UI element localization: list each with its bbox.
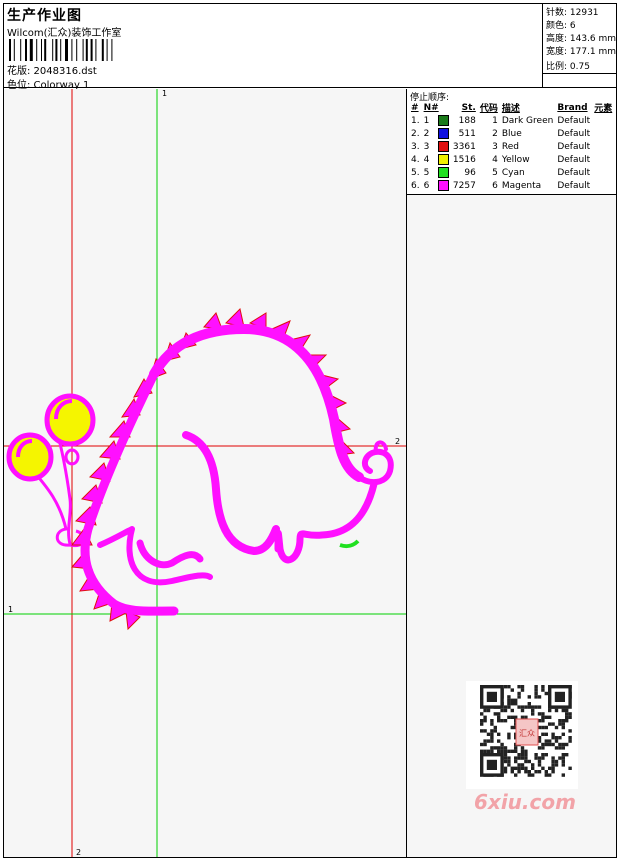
row-index: 4. [411,154,420,165]
color-count: 颜色: 6 [546,21,576,31]
row-description: Red [501,141,519,152]
stats-panel: 针数: 12931 颜色: 6 高度: 143.6 mm 宽度: 177.1 m… [542,3,617,88]
color-swatch [437,180,449,191]
design-scale: 比例: 0.75 [546,62,590,72]
row-description: Cyan [501,167,525,178]
column-header[interactable]: N# [422,101,451,114]
row-code: 2 [492,128,498,139]
row-description: Magenta [501,180,542,191]
stitch-count: 针数: 12931 [546,8,599,18]
row-index: 2. [411,128,420,139]
embroidery-preview: 1 1 2 2 [4,89,406,857]
column-header[interactable]: Brand [555,101,592,114]
row-code: 6 [492,180,498,191]
stop-sequence-table: # N# St. 代码 描述 Brand 元素 1. 1 188 1 Dark Green Defa… [409,101,614,192]
row-index: 6. [411,180,420,191]
green-h-label: 1 [8,605,13,614]
row-code: 4 [492,154,498,165]
row-code: 3 [492,141,498,152]
row-needle-cell: 5 [422,166,451,179]
row-stitches: 96 [464,167,476,178]
sequence-row[interactable]: 6. 6 7257 6 Magenta Default [409,179,614,192]
stop-sequence-panel: 停止顺序: # N# St. 代码 描述 Brand 元素 1. 1 188 1 Dark Gre… [407,89,616,195]
color-swatch [437,154,449,165]
site-watermark: 6xiu.com [474,790,576,814]
row-element [592,140,614,153]
row-description: Yellow [501,154,530,165]
column-header[interactable]: St. [451,101,478,114]
row-stitches: 3361 [452,141,476,152]
sequence-row[interactable]: 1. 1 188 1 Dark Green Default [409,114,614,127]
row-index: 3. [411,141,420,152]
column-header[interactable]: 代码 [478,101,500,114]
header-panel: 生产作业图 Wilcom(汇众)装饰工作室 花版: 2048316.dst 色位… [3,3,617,91]
row-brand: Default [557,154,591,165]
sequence-row[interactable]: 5. 5 96 5 Cyan Default [409,166,614,179]
row-stitches: 188 [458,115,476,126]
green-accent-stitch [339,539,360,549]
color-swatch [437,115,449,126]
row-element [592,179,614,192]
row-index: 1. [411,115,420,126]
row-stitches: 1516 [452,154,476,165]
row-needle-cell: 4 [422,153,451,166]
qr-code: 汇众 [466,681,578,789]
row-element [592,166,614,179]
green-v-label: 1 [162,89,167,98]
color-swatch [437,141,449,152]
balloons [6,393,96,548]
red-h-label: 2 [395,437,400,446]
column-header[interactable]: 描述 [500,101,555,114]
row-brand: Default [557,128,591,139]
row-description: Dark Green [501,115,554,126]
red-v-label: 2 [76,848,81,857]
balloon-upper [44,393,96,447]
row-stitches: 511 [458,128,476,139]
color-swatch [437,167,449,178]
barcode [9,39,113,61]
sequence-row[interactable]: 2. 2 511 2 Blue Default [409,127,614,140]
column-header[interactable]: 元素 [592,101,614,114]
row-needle-cell: 1 [422,114,451,127]
row-stitches: 7257 [452,180,476,191]
row-brand: Default [557,115,591,126]
row-element [592,114,614,127]
row-brand: Default [557,167,591,178]
stats-divider [543,73,617,74]
sequence-row[interactable]: 4. 4 1516 4 Yellow Default [409,153,614,166]
row-description: Blue [501,128,522,139]
color-swatch [437,128,449,139]
row-code: 1 [492,115,498,126]
row-needle-cell: 6 [422,179,451,192]
design-file: 花版: 2048316.dst [7,66,97,77]
sequence-row[interactable]: 3. 3 3361 3 Red Default [409,140,614,153]
page-title: 生产作业图 [7,8,82,24]
design-height: 高度: 143.6 mm [546,34,617,44]
design-canvas: 1 1 2 2 [4,89,406,857]
row-element [592,153,614,166]
row-code: 5 [492,167,498,178]
seal-text: 汇众 [519,729,535,738]
row-brand: Default [557,180,591,191]
row-index: 5. [411,167,420,178]
row-needle-cell: 3 [422,140,451,153]
dinosaur-outline [80,324,394,616]
company-name: Wilcom(汇众)装饰工作室 [7,28,122,39]
row-element [592,127,614,140]
column-header[interactable]: # [409,101,422,114]
row-brand: Default [557,141,591,152]
row-needle-cell: 2 [422,127,451,140]
design-width: 宽度: 177.1 mm [546,47,617,57]
